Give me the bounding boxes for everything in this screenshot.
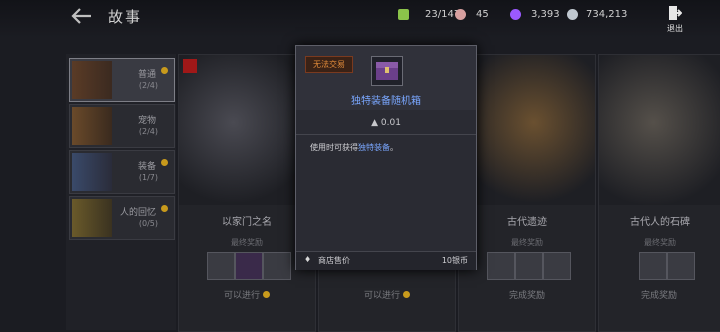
status-dot-icon — [161, 67, 168, 74]
sell-price-row: ♦ 商店售价 10银币 — [296, 251, 476, 270]
card-action-button[interactable]: 完成奖励 — [609, 288, 709, 304]
resource-energy: 23/147 — [398, 6, 460, 22]
resource-gem: 45 — [455, 6, 489, 22]
reward-slot[interactable] — [639, 252, 667, 280]
card-action-button[interactable]: 可以进行 — [329, 288, 445, 304]
story-card-art — [459, 55, 595, 205]
card-action-button[interactable]: 完成奖励 — [469, 288, 585, 304]
category-sidebar: 普通 (2/4) 宠物 (2/4) 装备 (1/7) 人的回忆 (0/5) — [66, 54, 176, 330]
reward-slot[interactable] — [667, 252, 695, 280]
page-title: 故事 — [108, 8, 143, 26]
story-card-art — [599, 55, 720, 205]
crystal-icon — [510, 8, 521, 20]
sidebar-item-normal[interactable]: 普通 (2/4) — [69, 58, 175, 102]
reward-slot[interactable] — [263, 252, 291, 280]
weight-icon: ▲ — [371, 118, 378, 128]
category-thumbnail — [72, 107, 112, 145]
item-tooltip-popup: 无法交易 独特装备随机箱 ▲ 0.01 使用时可获得独特装备。 ♦ 商店售价 1… — [295, 45, 477, 270]
status-dot-icon — [161, 205, 168, 212]
story-card[interactable]: 古代遗迹 最终奖励 完成奖励 — [458, 54, 596, 332]
status-dot-icon — [161, 159, 168, 166]
reward-slot[interactable] — [515, 252, 543, 280]
gem-icon — [455, 8, 466, 20]
exit-door-icon — [669, 6, 683, 20]
sidebar-item-pet[interactable]: 宠物 (2/4) — [69, 104, 175, 148]
coin-icon — [262, 291, 270, 298]
silver-coin-icon — [567, 8, 578, 20]
reward-slot[interactable] — [487, 252, 515, 280]
treasure-chest-icon — [371, 56, 403, 86]
item-name: 独特装备随机箱 — [351, 96, 421, 107]
item-weight: ▲ 0.01 — [371, 118, 401, 128]
reward-slot[interactable] — [207, 252, 235, 280]
resource-silver: 734,213 — [567, 6, 627, 22]
category-thumbnail — [72, 61, 112, 99]
exit-button[interactable]: 退出 — [664, 5, 686, 33]
back-arrow-icon[interactable] — [70, 6, 94, 26]
sidebar-item-equipment[interactable]: 装备 (1/7) — [69, 150, 175, 194]
reward-slot[interactable] — [235, 252, 263, 280]
energy-icon — [398, 8, 409, 20]
item-description: 使用时可获得独特装备。 — [310, 143, 398, 152]
reward-slot[interactable] — [543, 252, 571, 280]
card-corner-icon — [183, 59, 197, 73]
story-card[interactable]: 古代人的石碑 最终奖励 完成奖励 — [598, 54, 720, 332]
untradeable-tag: 无法交易 — [305, 56, 353, 73]
sidebar-item-memories[interactable]: 人的回忆 (0/5) — [69, 196, 175, 240]
category-thumbnail — [72, 153, 112, 191]
divider — [296, 134, 476, 135]
card-action-button[interactable]: 可以进行 — [189, 288, 305, 304]
resource-crystal: 3,393 — [510, 6, 560, 22]
money-bag-icon: ♦ — [304, 255, 312, 264]
coin-icon — [402, 291, 410, 298]
category-thumbnail — [72, 199, 112, 237]
